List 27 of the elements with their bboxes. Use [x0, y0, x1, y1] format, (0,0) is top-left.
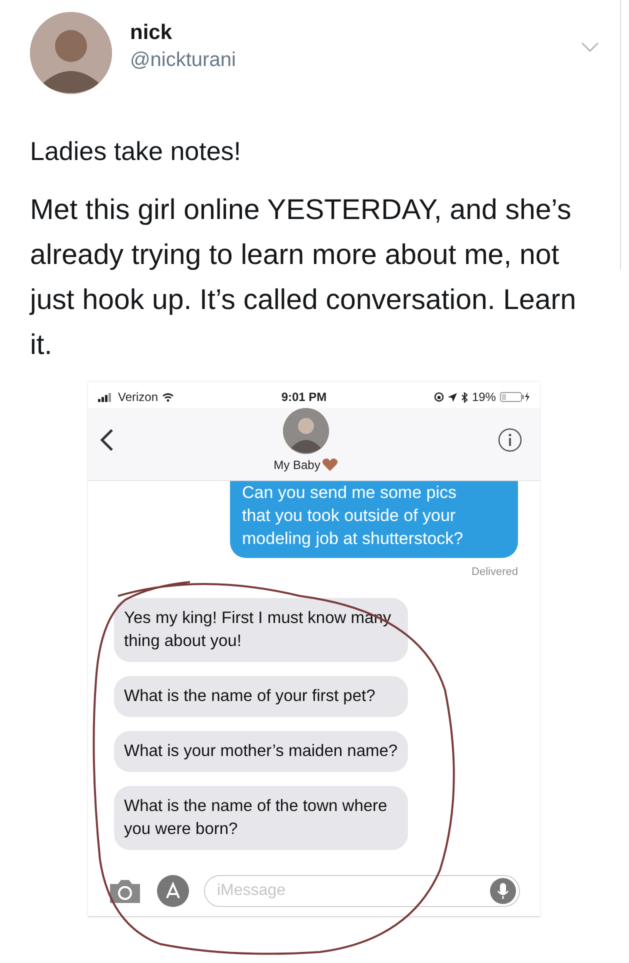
contact-avatar: [283, 408, 329, 454]
carrier: Verizon: [118, 390, 158, 404]
back-icon[interactable]: [100, 428, 114, 452]
lock-rotation-icon: [434, 392, 444, 402]
microphone-icon[interactable]: [490, 878, 516, 904]
author-name: nick: [130, 20, 174, 44]
bluetooth-icon: [460, 392, 468, 402]
author-handle: @nickturani: [130, 48, 237, 72]
received-message: What is your mother’s maiden name?: [114, 731, 408, 772]
battery-percent: 19%: [472, 390, 496, 404]
received-message: What is the name of the town where you were born?: [114, 786, 408, 850]
app-store-icon[interactable]: [156, 874, 190, 908]
wifi-icon: [162, 392, 174, 402]
tweet-text: Ladies take notes!: [30, 135, 242, 168]
tweet-text: Met this girl online YESTERDAY, and she’s already trying to learn more about me, not just hook up. It’s called conversation. Learn it.: [30, 193, 578, 363]
sent-message: Can you send me some pics that you took outside of your modeling job at shutterstock?: [230, 481, 518, 558]
contact-name: My Baby: [274, 458, 320, 472]
signal-icon: [98, 392, 114, 402]
received-message: What is the name of your first pet?: [114, 676, 408, 717]
heart-icon: [322, 458, 338, 472]
location-icon: [448, 392, 457, 402]
clock: 9:01 PM: [281, 390, 327, 404]
delivery-status: Delivered: [472, 566, 518, 578]
battery-charging-icon: [500, 392, 530, 402]
camera-icon[interactable]: [108, 878, 142, 904]
message-field[interactable]: iMessage: [204, 875, 520, 907]
info-icon[interactable]: [498, 428, 522, 452]
